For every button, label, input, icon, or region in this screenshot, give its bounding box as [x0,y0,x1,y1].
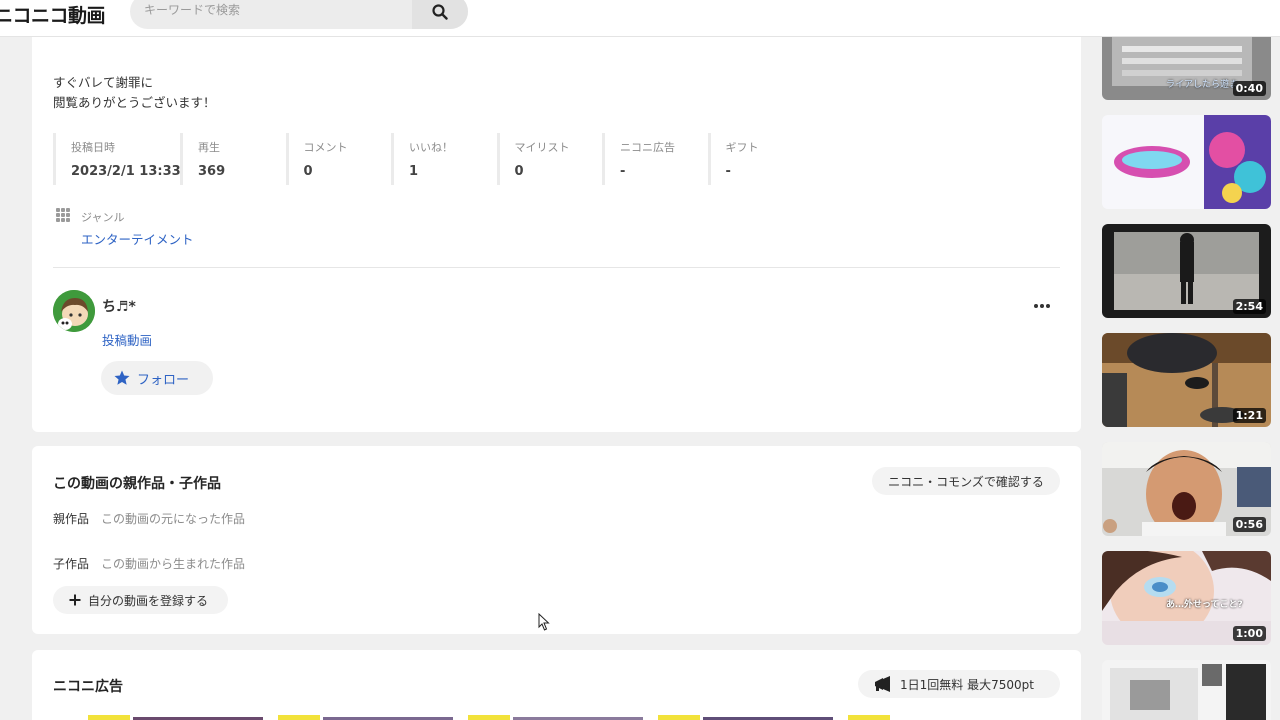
stat-label: ニコニ広告 [620,141,675,154]
video-description: すぐバレて謝罪に 閲覧ありがとうございます！ [53,73,216,113]
description-line: すぐバレて謝罪に [53,75,154,90]
related-works-card: この動画の親作品・子作品 ニコニ・コモンズで確認する 親作品 この動画の元になっ… [32,446,1081,634]
stat-label: いいね！ [409,141,453,154]
register-video-button[interactable]: 自分の動画を登録する [53,586,228,614]
more-options-button[interactable] [1030,298,1054,314]
stat-value: 0 [514,164,524,179]
commons-button[interactable]: ニコニ・コモンズで確認する [872,467,1060,495]
ad-thumbnails-strip [88,715,890,720]
genre-label: ジャンル [81,211,125,224]
stat-value: - [620,164,626,179]
search-button[interactable] [412,0,468,29]
stat-comments: コメント 0 [285,133,392,185]
parent-works-desc: この動画の元になった作品 [101,512,246,526]
stat-label: ギフト [725,141,759,154]
video-duration: 0:56 [1232,517,1266,532]
video-stats: 投稿日時 2023/2/1 13:33 再生 369 コメント 0 いいね！ 1… [53,133,813,185]
child-works-label: 子作品 [53,557,90,571]
genre-grid-icon [56,208,70,222]
genre-link[interactable]: エンターテイメント [81,229,194,248]
top-bar: ニコニコ動画 [0,0,1280,37]
stat-value: 369 [198,164,226,179]
search-box [130,0,468,29]
divider [53,267,1060,268]
stat-label: マイリスト [514,141,570,154]
child-works-desc: この動画から生まれた作品 [101,557,246,571]
stat-value: - [725,164,731,179]
star-icon [114,370,130,385]
follow-label: フォロー [137,372,190,388]
stat-value: 0 [303,164,313,179]
stat-value: 2023/2/1 13:33 [71,164,181,179]
video-thumbnail-image [1102,115,1271,209]
video-duration: 1:21 [1232,408,1266,423]
video-thumbnail-image [1102,660,1271,720]
avatar-image-icon [53,290,95,332]
stat-posted-at: 投稿日時 2023/2/1 13:33 [53,133,181,185]
dot-icon [1046,304,1050,308]
nicoad-label: 1日1回無料 最大7500pt [900,677,1034,692]
dot-icon [1040,304,1044,308]
nicoad-card: ニコニ広告 1日1回無料 最大7500pt [32,650,1081,720]
stat-mylist: マイリスト 0 [496,133,603,185]
site-logo[interactable]: ニコニコ動画 [0,1,106,28]
stat-views: 再生 369 [180,133,286,185]
stat-value: 1 [409,164,419,179]
search-input[interactable] [144,3,404,17]
mouse-pointer-icon [538,613,550,631]
stat-likes: いいね！ 1 [391,133,497,185]
related-video-thumb[interactable]: あ…外せってこと? 1:00 [1102,551,1271,645]
plus-icon [69,594,81,606]
parent-works-label: 親作品 [53,512,90,526]
video-duration: 2:54 [1232,299,1266,314]
stat-nicoad: ニコニ広告 - [602,133,708,185]
dot-icon [1034,304,1038,308]
related-video-thumb[interactable]: 2:54 [1102,224,1271,318]
related-video-thumb[interactable] [1102,660,1271,720]
stat-gift: ギフト - [707,133,814,185]
follow-button[interactable]: フォロー [101,361,213,395]
owner-avatar[interactable] [53,290,95,332]
nicoad-title: ニコニ広告 [53,679,123,695]
related-video-thumb[interactable]: 0:56 [1102,442,1271,536]
video-duration: 0:40 [1232,81,1266,96]
megaphone-icon [875,676,890,692]
stat-label: コメント [303,141,348,154]
related-video-thumb[interactable] [1102,115,1271,209]
owner-name[interactable]: ち♬* [102,296,136,316]
thumb-overlay-text: ライアしたら遊ま [1166,80,1239,90]
video-duration: 1:00 [1232,626,1266,641]
register-label: 自分の動画を登録する [88,593,209,608]
related-works-title: この動画の親作品・子作品 [53,476,221,492]
stat-label: 投稿日時 [71,141,115,154]
search-icon [432,3,448,20]
video-info-card: すぐバレて謝罪に 閲覧ありがとうございます！ 投稿日時 2023/2/1 13:… [32,30,1081,432]
nicoad-button[interactable]: 1日1回無料 最大7500pt [858,670,1060,698]
description-line: 閲覧ありがとうございます！ [53,95,216,110]
owner-videos-link[interactable]: 投稿動画 [102,330,152,349]
related-video-thumb[interactable]: 1:21 [1102,333,1271,427]
stat-label: 再生 [198,141,220,154]
thumb-overlay-text: あ…外せってこと? [1166,600,1243,610]
